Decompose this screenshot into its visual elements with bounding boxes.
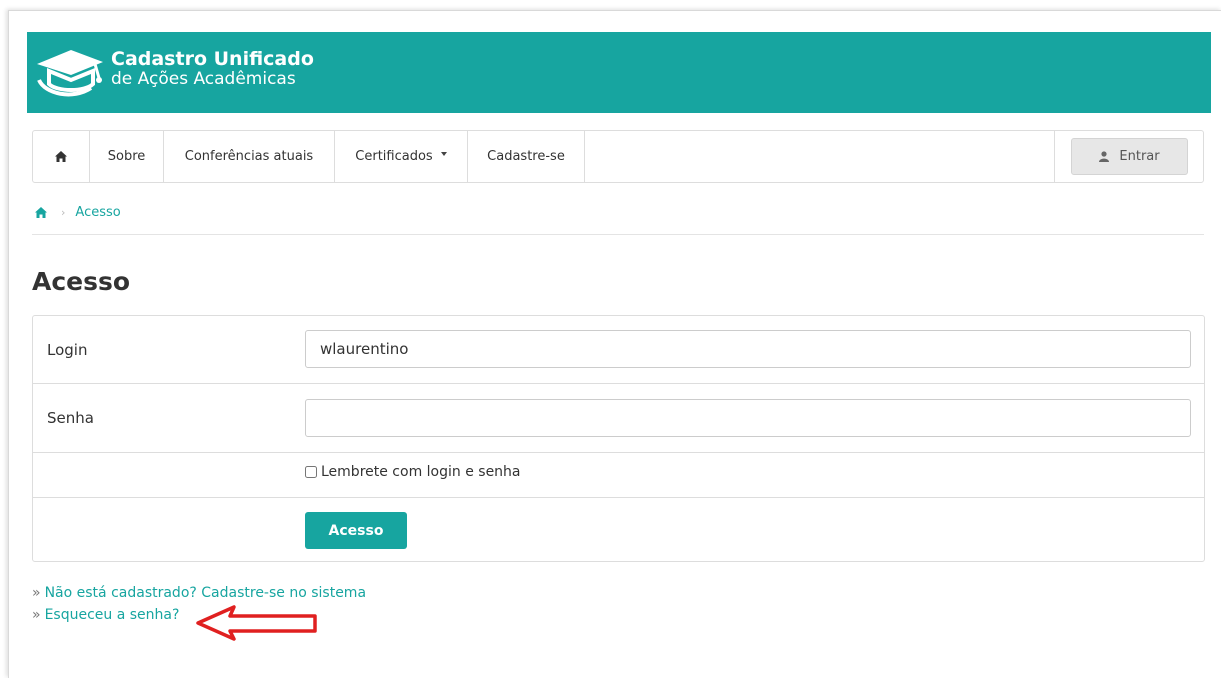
login-row: Login — [33, 316, 1204, 384]
brand-title: Cadastro Unificado — [111, 48, 314, 70]
page-title: Acesso — [32, 267, 131, 296]
nav-item-sobre-label: Sobre — [107, 149, 146, 164]
breadcrumb-separator: › — [61, 205, 66, 219]
nav-item-conferencias[interactable]: Conferências atuais — [164, 131, 335, 182]
main-navbar: Sobre Conferências atuais Certificados C… — [32, 130, 1204, 183]
entrar-button-label: Entrar — [1119, 149, 1160, 164]
caret-down-icon — [440, 151, 447, 156]
nav-separator — [1054, 131, 1055, 182]
password-input[interactable] — [305, 399, 1191, 437]
forgot-password-link[interactable]: Esqueceu a senha? — [45, 607, 180, 623]
nav-item-conferencias-label: Conferências atuais — [184, 149, 314, 164]
red-arrow-annotation-icon — [196, 605, 317, 641]
divider — [32, 234, 1204, 235]
nav-item-certificados-label: Certificados — [355, 149, 433, 164]
user-icon — [1099, 151, 1110, 162]
remember-row: Lembrete com login e senha — [33, 453, 1204, 498]
brand-subtitle: de Ações Acadêmicas — [111, 69, 296, 89]
nav-item-cadastre-se[interactable]: Cadastre-se — [468, 131, 585, 182]
entrar-button[interactable]: Entrar — [1071, 138, 1188, 175]
site-header: Cadastro Unificado de Ações Acadêmicas — [27, 32, 1211, 113]
nav-home[interactable] — [33, 131, 90, 182]
register-link-row: » Não está cadastrado? Cadastre-se no sis… — [32, 582, 366, 604]
remember-label: Lembrete com login e senha — [321, 464, 521, 480]
nav-item-sobre[interactable]: Sobre — [90, 131, 164, 182]
login-input[interactable] — [305, 330, 1191, 368]
home-icon — [55, 151, 67, 162]
password-label: Senha — [47, 409, 94, 427]
link-prefix: » — [32, 607, 41, 623]
link-prefix: » — [32, 585, 41, 601]
remember-option[interactable]: Lembrete com login e senha — [305, 464, 521, 480]
acesso-submit-button[interactable]: Acesso — [305, 512, 407, 549]
graduation-cap-logo-icon — [37, 50, 103, 97]
login-form: Login Senha Lembrete com login e senha A… — [32, 315, 1205, 562]
breadcrumb-current[interactable]: Acesso — [75, 205, 120, 220]
register-link[interactable]: Não está cadastrado? Cadastre-se no sist… — [45, 585, 366, 601]
remember-checkbox[interactable] — [305, 466, 317, 478]
breadcrumb: › Acesso — [35, 203, 121, 221]
submit-row: Acesso — [33, 498, 1204, 561]
nav-item-cadastre-se-label: Cadastre-se — [487, 149, 565, 164]
password-row: Senha — [33, 384, 1204, 453]
home-icon[interactable] — [35, 206, 47, 218]
login-label: Login — [47, 341, 88, 359]
nav-item-certificados[interactable]: Certificados — [335, 131, 468, 182]
